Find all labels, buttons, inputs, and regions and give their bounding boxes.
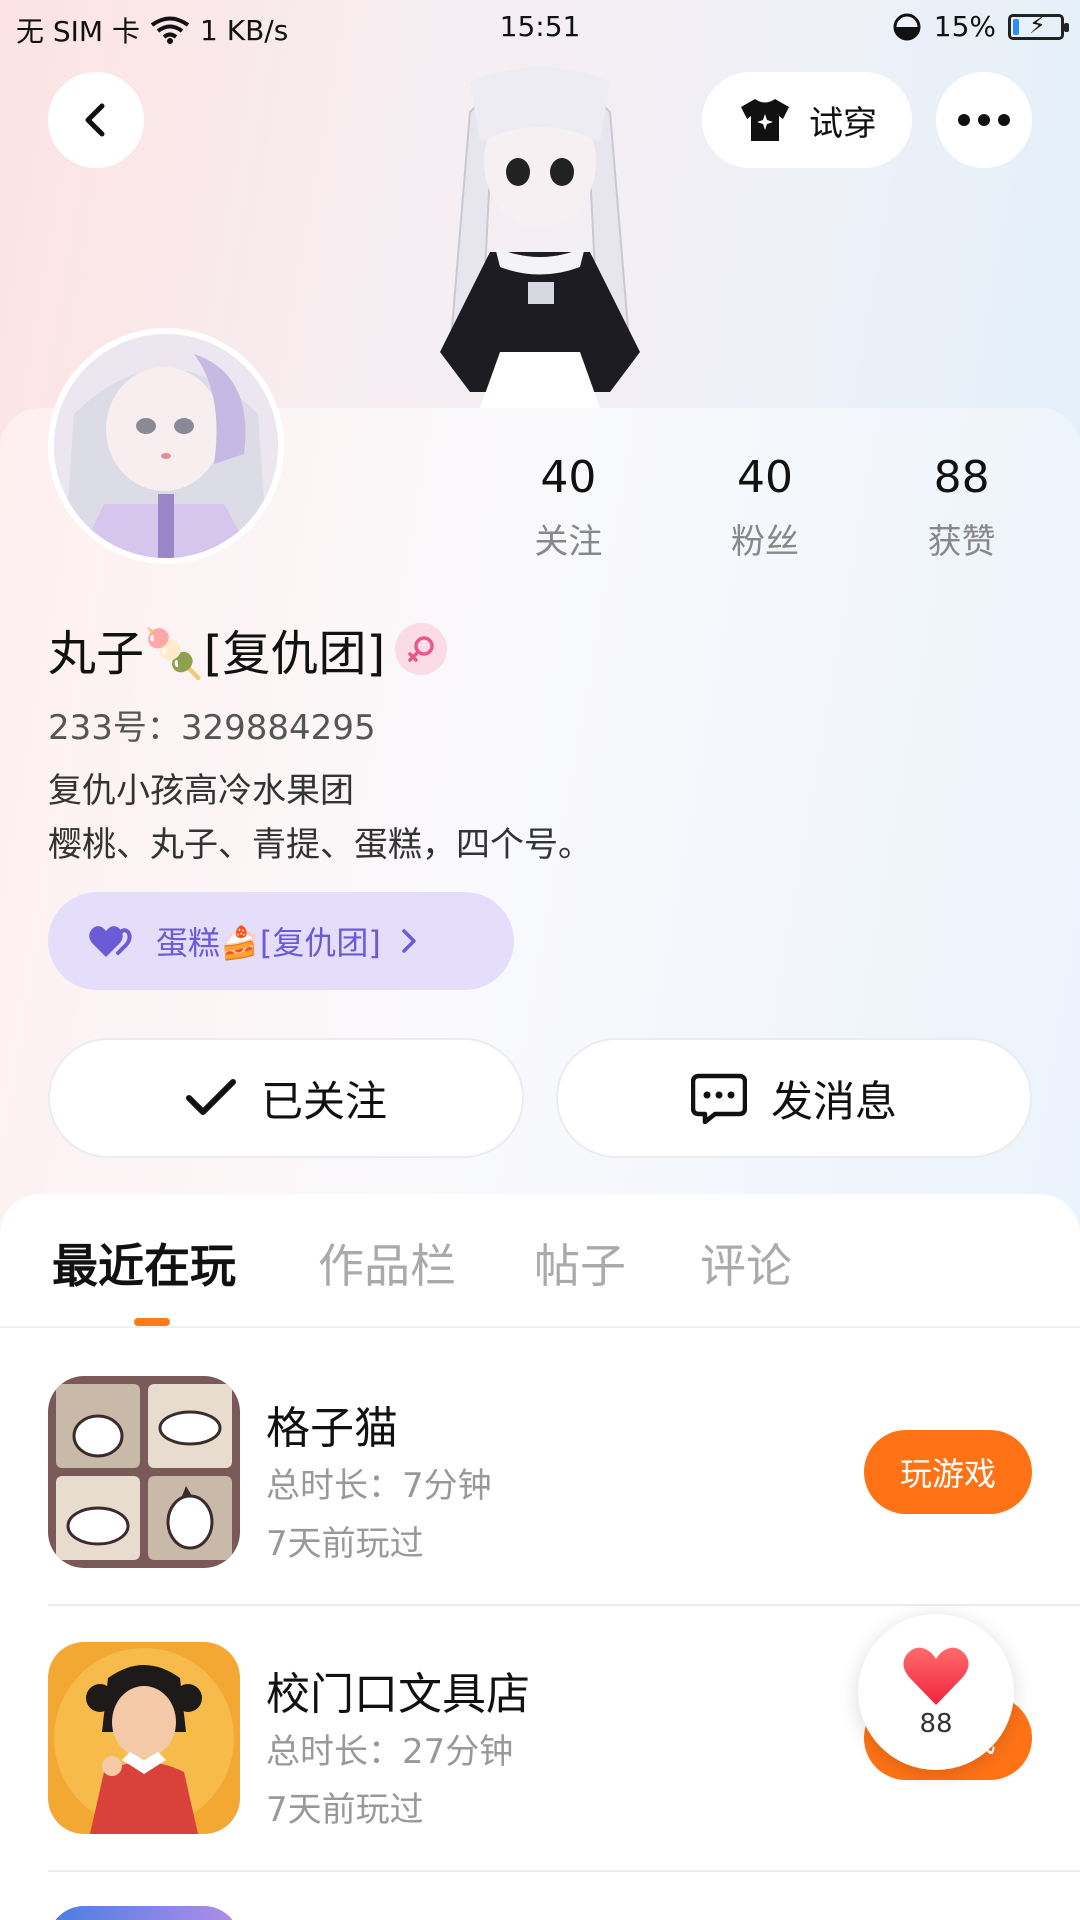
game-last-played: 7天前玩过 bbox=[266, 1790, 424, 1830]
game-icon-cats[interactable] bbox=[48, 1376, 240, 1568]
battery-icon: ⚡ bbox=[1008, 11, 1069, 40]
tab-works[interactable]: 作品栏 bbox=[318, 1230, 456, 1296]
try-on-button[interactable]: 试穿 bbox=[702, 72, 912, 168]
back-arrow-icon bbox=[85, 103, 105, 137]
send-message-button[interactable]: 发消息 bbox=[556, 1038, 1032, 1158]
avatar-figure-image bbox=[440, 67, 640, 408]
list-divider bbox=[48, 1870, 1080, 1872]
send-message-label: 发消息 bbox=[770, 1076, 897, 1126]
game-duration: 总时长：7分钟 bbox=[266, 1466, 492, 1506]
game-name: 校门口文具店 bbox=[266, 1669, 530, 1720]
bio-line: 复仇小孩高冷水果团 bbox=[48, 771, 354, 811]
user-avatar[interactable] bbox=[48, 328, 284, 564]
stat-label: 关注 bbox=[534, 522, 603, 562]
game-icon-partial[interactable] bbox=[48, 1906, 240, 1920]
chevron-right-icon bbox=[402, 929, 416, 953]
chat-bubble-icon bbox=[690, 1073, 747, 1124]
game-name: 格子猫 bbox=[266, 1403, 398, 1454]
like-count: 88 bbox=[919, 1709, 953, 1739]
tab-recently-played[interactable]: 最近在玩 bbox=[52, 1230, 236, 1296]
game-duration: 总时长：27分钟 bbox=[266, 1732, 514, 1772]
back-button[interactable] bbox=[48, 72, 144, 168]
avatar-image bbox=[54, 334, 278, 558]
nickname-row: 丸子🍡[复仇团] bbox=[48, 614, 448, 684]
list-divider bbox=[48, 1604, 1080, 1606]
stat-value: 88 bbox=[933, 452, 990, 503]
more-dots-icon bbox=[958, 114, 1010, 126]
relation-label: 蛋糕🍰[复仇团] bbox=[156, 924, 381, 962]
profile-tabs: 最近在玩 作品栏 帖子 评论 bbox=[0, 1230, 1080, 1326]
status-right: 15% ⚡ bbox=[892, 10, 1069, 43]
game-list-item[interactable]: 格子猫 总时长：7分钟 7天前玩过 玩游戏 bbox=[48, 1376, 1080, 1568]
nickname: 丸子🍡[复仇团] bbox=[48, 626, 386, 682]
stat-fans[interactable]: 40 粉丝 bbox=[667, 448, 864, 563]
stat-label: 粉丝 bbox=[731, 522, 799, 562]
tabs-divider bbox=[0, 1326, 1080, 1328]
followed-label: 已关注 bbox=[260, 1076, 387, 1126]
bio: 复仇小孩高冷水果团 樱桃、丸子、青提、蛋糕，四个号。 bbox=[48, 764, 592, 872]
play-game-button[interactable]: 玩游戏 bbox=[864, 1430, 1032, 1514]
tab-posts[interactable]: 帖子 bbox=[534, 1230, 626, 1296]
relation-link[interactable]: 蛋糕🍰[复仇团] bbox=[48, 892, 514, 990]
heart-icon bbox=[903, 1647, 969, 1705]
profile-stats: 40 关注 40 粉丝 88 获赞 bbox=[470, 448, 1060, 563]
checkmark-icon bbox=[185, 1079, 236, 1115]
female-gender-icon bbox=[395, 623, 448, 675]
tshirt-icon bbox=[741, 99, 789, 141]
user-id: 233号：329884295 bbox=[48, 708, 376, 748]
game-icon-stationery-shop[interactable] bbox=[48, 1642, 240, 1834]
data-saver-icon bbox=[893, 13, 921, 40]
stat-label: 获赞 bbox=[927, 522, 996, 562]
try-on-label: 试穿 bbox=[809, 103, 877, 144]
active-tab-indicator bbox=[134, 1318, 170, 1326]
more-button[interactable] bbox=[936, 72, 1032, 168]
status-bar: 无 SIM 卡 1 KB/s 15:51 15% ⚡ bbox=[0, 0, 1080, 52]
stat-value: 40 bbox=[737, 452, 793, 503]
stat-value: 40 bbox=[540, 452, 597, 503]
battery-percent: 15% bbox=[933, 10, 996, 43]
stat-following[interactable]: 40 关注 bbox=[470, 448, 667, 563]
followed-button[interactable]: 已关注 bbox=[48, 1038, 524, 1158]
double-heart-icon bbox=[89, 926, 132, 957]
bio-line: 樱桃、丸子、青提、蛋糕，四个号。 bbox=[48, 825, 592, 865]
floating-like-button[interactable]: 88 bbox=[858, 1614, 1014, 1770]
stat-likes[interactable]: 88 获赞 bbox=[863, 448, 1060, 563]
tab-comments[interactable]: 评论 bbox=[700, 1230, 792, 1296]
game-last-played: 7天前玩过 bbox=[266, 1524, 424, 1564]
